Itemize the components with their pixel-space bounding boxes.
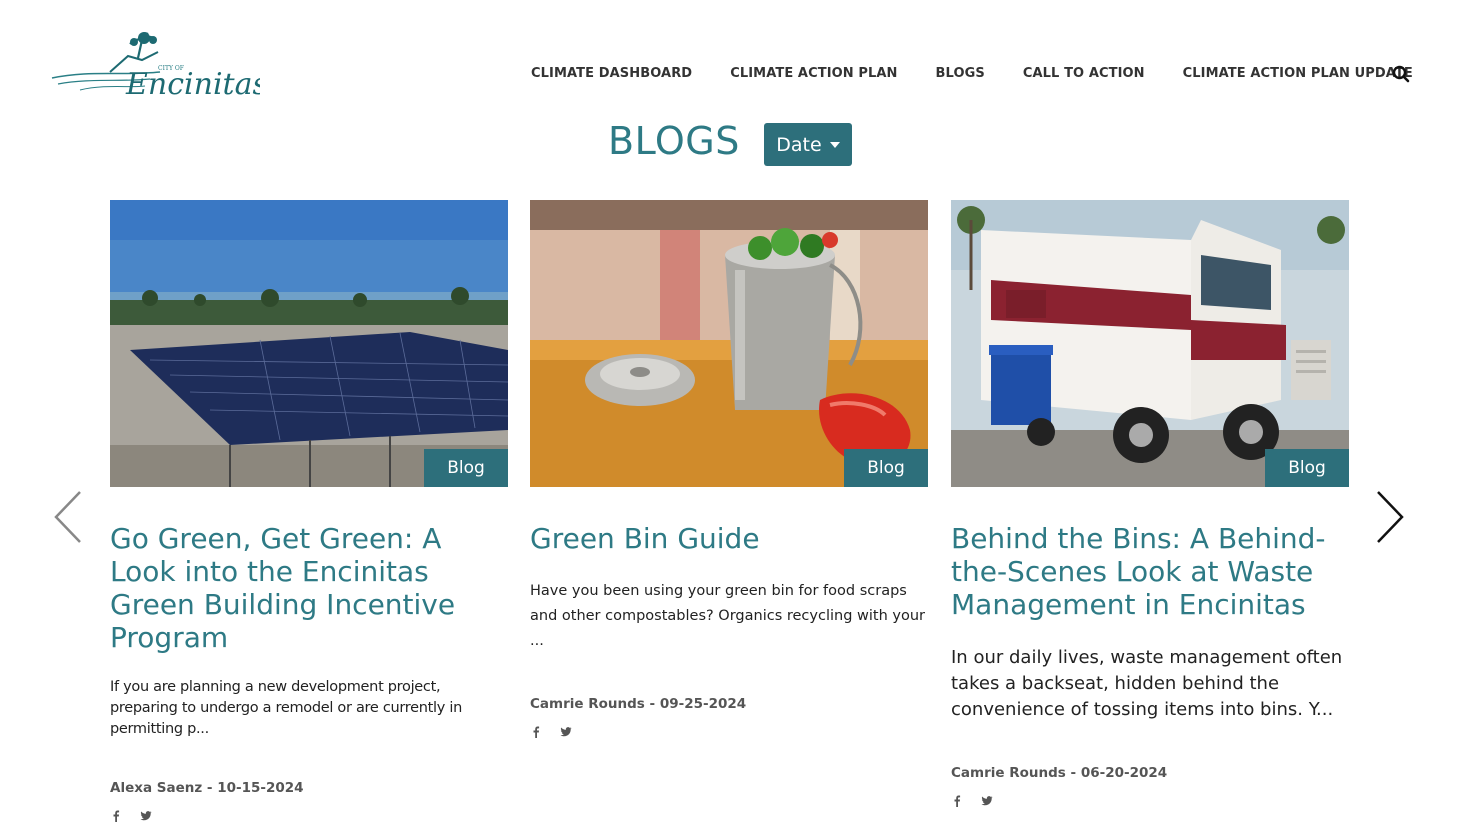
blog-title-link[interactable]: Go Green, Get Green: A Look into the Enc… bbox=[110, 522, 508, 654]
nav-call-to-action[interactable]: CALL TO ACTION bbox=[1023, 64, 1145, 84]
carousel-prev-button[interactable] bbox=[50, 490, 86, 544]
blog-excerpt: In our daily lives, waste management oft… bbox=[951, 647, 1343, 720]
blog-title-link[interactable]: Behind the Bins: A Behind-the-Scenes Loo… bbox=[951, 522, 1349, 621]
title-row: BLOGS Date bbox=[0, 118, 1458, 168]
twitter-icon[interactable] bbox=[981, 795, 993, 807]
caret-down-icon bbox=[829, 141, 840, 148]
blog-card[interactable]: Blog Behind the Bins: A Behind-the-Scene… bbox=[951, 200, 1349, 807]
share-links bbox=[110, 810, 508, 822]
nav-climate-action-plan[interactable]: CLIMATE ACTION PLAN bbox=[730, 64, 897, 84]
carousel-next-button[interactable] bbox=[1372, 490, 1408, 544]
nav-blogs[interactable]: BLOGS bbox=[936, 64, 985, 84]
blog-author-date: Camrie Rounds - 06-20-2024 bbox=[951, 765, 1168, 781]
page-title: BLOGS bbox=[608, 119, 740, 163]
facebook-icon[interactable] bbox=[110, 810, 122, 822]
nav-climate-action-plan-update[interactable]: CLIMATE ACTION PLAN UPDATE bbox=[1183, 64, 1413, 84]
share-links bbox=[951, 795, 1349, 807]
blog-title-link[interactable]: Green Bin Guide bbox=[530, 522, 928, 555]
facebook-icon[interactable] bbox=[530, 726, 542, 738]
waste-truck-image[interactable]: Blog bbox=[951, 200, 1349, 487]
nav-climate-dashboard[interactable]: CLIMATE DASHBOARD bbox=[531, 64, 692, 84]
facebook-icon[interactable] bbox=[951, 795, 963, 807]
blog-excerpt: If you are planning a new development pr… bbox=[110, 679, 462, 737]
encinitas-logo-graphic: CITY OF Encinitas bbox=[51, 32, 268, 102]
date-sort-label: Date bbox=[776, 133, 822, 156]
date-sort-dropdown[interactable]: Date bbox=[764, 123, 852, 166]
main-nav: CLIMATE DASHBOARD CLIMATE ACTION PLAN BL… bbox=[531, 64, 1418, 84]
twitter-icon[interactable] bbox=[140, 810, 152, 822]
category-badge: Blog bbox=[1265, 449, 1349, 487]
blog-card[interactable]: Blog Go Green, Get Green: A Look into th… bbox=[110, 200, 508, 822]
compost-pail-image[interactable]: Blog bbox=[530, 200, 928, 487]
blog-author-date: Camrie Rounds - 09-25-2024 bbox=[530, 696, 747, 712]
blog-excerpt: Have you been using your green bin for f… bbox=[530, 583, 925, 649]
twitter-icon[interactable] bbox=[560, 726, 572, 738]
search-icon[interactable] bbox=[1392, 65, 1410, 83]
blog-card[interactable]: Blog Green Bin Guide Have you been using… bbox=[530, 200, 928, 738]
category-badge: Blog bbox=[844, 449, 928, 487]
category-badge: Blog bbox=[424, 449, 508, 487]
solar-panels-image[interactable]: Blog bbox=[110, 200, 508, 487]
svg-text:Encinitas: Encinitas bbox=[125, 67, 260, 102]
blog-author-date: Alexa Saenz - 10-15-2024 bbox=[110, 780, 304, 796]
site-logo[interactable]: CITY OF Encinitas bbox=[50, 30, 268, 102]
share-links bbox=[530, 726, 928, 738]
